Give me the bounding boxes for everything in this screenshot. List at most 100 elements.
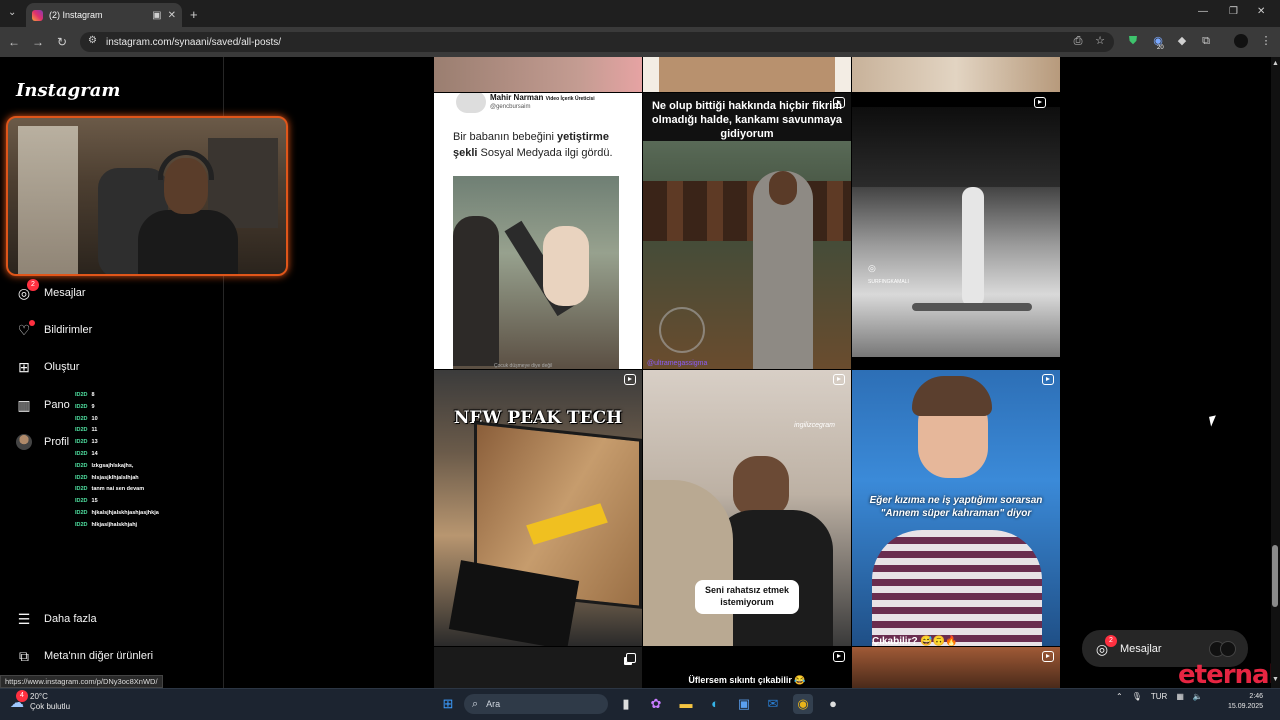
sidebar-item-notifications[interactable]: ♡ Bildirimler xyxy=(16,318,92,342)
bookmark-star-icon[interactable]: ☆ xyxy=(1093,34,1107,48)
chat-line: ID2D hjkalsjhjalskhjashjasjhkja xyxy=(75,509,159,516)
reel-icon xyxy=(833,651,845,662)
network-icon[interactable]: ▦ xyxy=(1176,692,1184,701)
surf-watermark: SURFINGKAMALI xyxy=(868,279,909,285)
task-view-icon[interactable]: ▮ xyxy=(616,694,636,714)
instagram-favicon-icon xyxy=(32,9,43,21)
post-tile-interview[interactable]: Eğer kızıma ne iş yaptığımı sorarsan "An… xyxy=(852,370,1060,646)
sidebar-item-label: Profil xyxy=(44,436,70,448)
scrollbar-thumb[interactable] xyxy=(1272,545,1278,607)
post-tile[interactable] xyxy=(434,647,642,688)
post-tile[interactable] xyxy=(434,57,642,92)
post-tile[interactable] xyxy=(643,57,851,92)
surf-board xyxy=(912,303,1032,311)
extension-icon[interactable]: ◉ 20 xyxy=(1151,34,1165,51)
forward-icon[interactable]: → xyxy=(30,34,46,50)
reel-watermark: ingilizcegram xyxy=(794,422,835,429)
floating-messages-label: Mesajlar xyxy=(1120,642,1162,655)
post-tile[interactable] xyxy=(852,57,1060,92)
edge-icon[interactable]: ◐ xyxy=(705,694,725,714)
chat-line: ID2D 13 xyxy=(75,439,98,446)
post-tile-gaming[interactable]: NEW PEAK TECH xyxy=(434,370,642,646)
chat-line: ID2D 14 xyxy=(75,450,98,457)
chat-line: ID2D lzkgsajhlskajhs, xyxy=(75,462,134,469)
windows-taskbar xyxy=(0,688,1280,720)
volume-icon[interactable]: 🔈 xyxy=(1193,692,1203,701)
shield-extension-icon[interactable]: ⛊ xyxy=(1126,34,1140,48)
gaming-gun xyxy=(526,503,608,545)
messages-badge: 2 xyxy=(1105,634,1117,647)
post-tile[interactable]: Üflersem sıkıntı çıkabilir 😂 xyxy=(643,647,851,688)
chat-line: ID2D 10 xyxy=(75,415,98,422)
post-tile-tweet[interactable]: Mahir Narman Video İçerik Üreticisi @gen… xyxy=(434,93,642,369)
taskbar-search[interactable]: ⌕ Ara xyxy=(464,694,608,714)
thumbnail-crowd xyxy=(643,181,851,241)
webcam-headset xyxy=(158,150,214,180)
post-tile-phone[interactable]: ingilizcegram Seni rahatsız etmek istemi… xyxy=(643,370,851,646)
weather-widget[interactable]: ☁ 4 20°C Çok bulutlu xyxy=(10,689,70,712)
sidebar-item-more[interactable]: ☰ Daha fazla xyxy=(16,607,97,631)
outlook-icon[interactable]: ✉ xyxy=(763,694,783,714)
diamond-extension-icon[interactable]: ◆ xyxy=(1175,34,1189,48)
minimize-icon[interactable]: — xyxy=(1198,6,1208,17)
sidebar-item-messages[interactable]: ◎ 2 Mesajlar xyxy=(16,279,86,305)
text-bubble: Seni rahatsız etmek istemiyorum xyxy=(695,580,799,614)
cloud-icon: ☁ 4 xyxy=(10,689,28,711)
profile-avatar[interactable] xyxy=(1234,34,1248,48)
sidebar-item-meta-products[interactable]: ⧉ Meta'nın diğer ürünleri xyxy=(16,644,153,668)
chat-line: ID2D 11 xyxy=(75,427,98,434)
scroll-up-arrow-icon[interactable]: ▲ xyxy=(1272,60,1279,67)
chat-line: ID2D hlkjasljhalskhjahj xyxy=(75,521,138,528)
copilot-icon[interactable]: ✿ xyxy=(646,694,666,714)
new-tab-button[interactable]: + xyxy=(190,7,198,22)
reel-thumbnail: @ultramegassigma xyxy=(643,141,851,369)
reel-caption: Eğer kızıma ne iş yaptığımı sorarsan "An… xyxy=(869,495,1043,519)
install-app-icon[interactable]: ⎙ xyxy=(1071,34,1085,48)
app-icon[interactable]: ● xyxy=(823,694,843,714)
meta-products-icon: ⧉ xyxy=(19,648,29,664)
reel-icon xyxy=(1042,374,1054,385)
saved-posts-grid: Mahir Narman Video İçerik Üreticisi @gen… xyxy=(434,57,1060,688)
language-indicator[interactable]: TUR xyxy=(1151,692,1167,701)
weather-temp: 20°C xyxy=(30,692,48,701)
interview-striped-top xyxy=(872,530,1042,646)
tab-search-chevron-icon[interactable]: ⌄ xyxy=(8,7,16,18)
chat-line: ID2D 9 xyxy=(75,403,95,410)
site-info-icon[interactable]: ⚙ xyxy=(88,35,97,46)
tweet-image-father xyxy=(453,216,499,366)
tab-media-icon[interactable]: ▣ xyxy=(152,10,161,21)
browser-tab[interactable]: (2) Instagram ▣ ✕ xyxy=(26,3,182,27)
store-icon[interactable]: ▣ xyxy=(734,694,754,714)
sidebar-item-dashboard[interactable]: ▥ Pano xyxy=(16,393,69,417)
microphone-icon[interactable]: 🎙 xyxy=(1132,692,1142,701)
chrome-icon[interactable]: ◉ xyxy=(793,694,813,714)
sidebar-item-label: Meta'nın diğer ürünleri xyxy=(44,650,154,662)
tray-expand-icon[interactable]: ⌃ xyxy=(1116,692,1123,701)
post-tile-courtroom[interactable]: Ne olup bittiği hakkında hiçbir fikrim o… xyxy=(643,93,851,369)
reload-icon[interactable]: ↻ xyxy=(54,34,70,50)
tab-close-icon[interactable]: ✕ xyxy=(168,10,176,21)
extensions-puzzle-icon[interactable]: ⧉ xyxy=(1199,34,1213,48)
restore-icon[interactable]: ❐ xyxy=(1229,6,1238,17)
surf-trees xyxy=(852,107,1060,187)
browser-menu-icon[interactable]: ⋮ xyxy=(1259,34,1273,48)
post-tile-surf[interactable]: ◎ SURFINGKAMALI xyxy=(852,107,1060,357)
window-close-icon[interactable]: ✕ xyxy=(1257,6,1265,17)
reel-caption: Üflersem sıkıntı çıkabilir 😂 xyxy=(688,675,806,685)
post-tile[interactable] xyxy=(852,647,1060,688)
sidebar-item-create[interactable]: ⊞ Oluştur xyxy=(16,355,79,379)
reel-bottom-caption: Çıkabilir? 😅🙃🔥 xyxy=(872,636,958,646)
reel-watermark: @ultramegassigma xyxy=(647,360,708,367)
sidebar-item-profile[interactable]: Profil xyxy=(16,430,69,454)
back-icon[interactable]: ← xyxy=(6,34,22,50)
clock[interactable]: 2:46 15.09.2025 xyxy=(1228,692,1263,712)
chat-line: ID2D 8 xyxy=(75,392,95,398)
webcam-window xyxy=(18,126,78,274)
windows-start-icon[interactable]: ⊞ xyxy=(438,694,458,714)
tweet-author-avatar xyxy=(456,93,486,113)
address-bar[interactable]: ⚙ instagram.com/synaani/saved/all-posts/ xyxy=(80,32,1114,52)
instagram-logo[interactable]: Instagram xyxy=(16,80,120,101)
file-explorer-icon[interactable]: ▬ xyxy=(676,694,696,714)
scroll-down-arrow-icon[interactable]: ▼ xyxy=(1272,676,1279,683)
webcam-person-body xyxy=(138,210,238,274)
